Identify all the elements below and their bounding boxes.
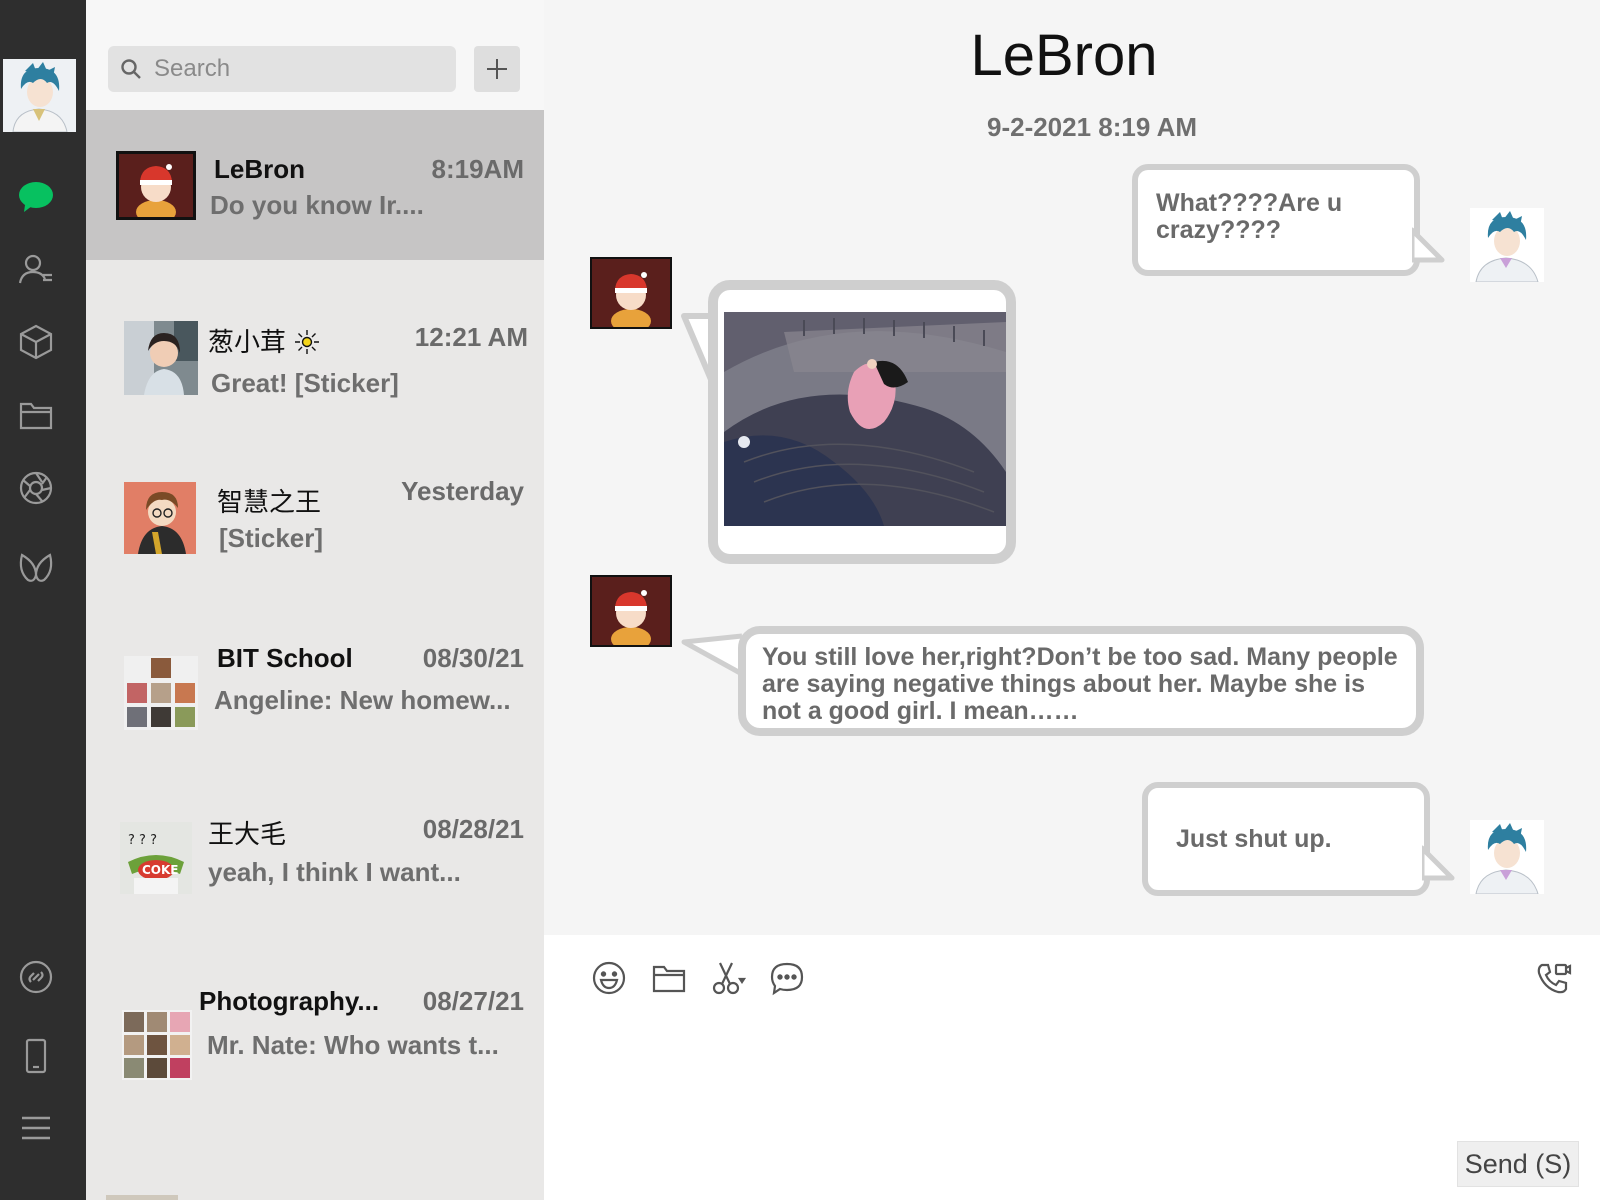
conversation-name: Photography... — [199, 986, 380, 1016]
message-image[interactable] — [724, 312, 1006, 526]
my-message-avatar — [1470, 208, 1544, 282]
conversation-time: 12:21 AM — [414, 322, 528, 352]
phone-icon[interactable] — [14, 1034, 58, 1078]
conversation-item[interactable]: 智慧之王 Yesterday [Sticker] — [86, 430, 544, 580]
conversation-item[interactable]: BIT School 08/30/21 Angeline: New homew.… — [86, 600, 544, 750]
conversation-name: 葱小茸 — [208, 322, 320, 359]
link-icon[interactable] — [14, 955, 58, 999]
plus-icon — [487, 59, 507, 79]
message-input[interactable] — [574, 1015, 1534, 1135]
message-text: Just shut up. — [1176, 825, 1332, 853]
conversation-item[interactable]: 葱小茸 12:21 AM Great! [Sticker] — [86, 270, 544, 420]
conversation-name: 智慧之王 — [217, 488, 322, 518]
send-button[interactable]: Send (S) — [1457, 1141, 1579, 1187]
peer-message-avatar — [590, 575, 672, 647]
chat-pane: LeBron 9-2-2021 8:19 AM What????Are u cr… — [544, 0, 1600, 935]
conversation-preview: Angeline: New homew... — [214, 685, 511, 715]
conversation-preview: yeah, I think I want... — [208, 857, 461, 887]
conversation-avatar — [122, 1010, 192, 1080]
search-icon — [121, 59, 141, 79]
conversation-name: BIT School — [217, 643, 353, 673]
bubble-tail — [1412, 227, 1445, 263]
chat-timestamp: 9-2-2021 8:19 AM — [986, 112, 1198, 142]
chat-icon[interactable] — [14, 174, 58, 218]
conversation-name: LeBron — [214, 154, 305, 184]
conversation-avatar-partial — [106, 1195, 178, 1200]
conversation-preview: Great! [Sticker] — [211, 368, 399, 398]
message-composer: Send (S) — [544, 935, 1600, 1200]
conversation-avatar — [124, 656, 198, 730]
message-text: What????Are u crazy???? — [1156, 189, 1343, 244]
conversation-name: 王大毛 — [208, 820, 287, 850]
my-avatar[interactable] — [3, 59, 76, 132]
list-header — [86, 0, 544, 110]
emoji-icon[interactable] — [588, 957, 630, 999]
peer-message-avatar — [590, 257, 672, 329]
nav-rail — [0, 0, 86, 1200]
conversation-avatar — [124, 482, 196, 554]
svg-text:? ? ?: ? ? ? — [128, 833, 157, 848]
mini-programs-icon[interactable] — [14, 545, 58, 589]
bubble-tail — [681, 633, 744, 677]
message-text: You still love her,right?Don’t be too sa… — [762, 643, 1398, 725]
call-icon[interactable] — [1532, 957, 1574, 999]
conversation-preview: Mr. Nate: Who wants t... — [207, 1030, 499, 1060]
moments-icon[interactable] — [14, 466, 58, 510]
conversation-preview: [Sticker] — [219, 523, 324, 553]
search-input[interactable] — [154, 55, 444, 83]
conversation-time: 08/27/21 — [422, 986, 524, 1016]
chat-title: LeBron — [970, 23, 1158, 88]
message-bubble-outgoing[interactable]: What????Are u crazy???? — [1132, 164, 1420, 276]
sun-flower-icon — [295, 330, 320, 354]
conversation-preview: Do you know Ir.... — [210, 190, 424, 220]
search-box[interactable] — [108, 46, 456, 92]
conversation-time: 08/28/21 — [422, 814, 524, 844]
favorites-icon[interactable] — [14, 320, 58, 364]
add-button[interactable] — [474, 46, 520, 92]
conversation-time: 8:19AM — [431, 154, 524, 184]
conversation-item[interactable]: ? ? ? COKE 王大毛 08/28/21 yeah, I think I w… — [86, 770, 544, 920]
message-bubble-outgoing[interactable]: Just shut up. — [1142, 782, 1430, 896]
scissors-icon[interactable] — [708, 957, 750, 999]
conversation-time: Yesterday — [401, 476, 524, 506]
bubble-tail — [1422, 845, 1455, 881]
folder-icon[interactable] — [648, 957, 690, 999]
menu-icon[interactable] — [14, 1106, 58, 1150]
message-bubble-incoming-image[interactable] — [708, 280, 1016, 564]
svg-text:COKE: COKE — [142, 863, 179, 877]
contacts-icon[interactable] — [14, 247, 58, 291]
conversation-item[interactable]: Photography... 08/27/21 Mr. Nate: Who wa… — [86, 940, 544, 1090]
conversation-list: LeBron 8:19AM Do you know Ir.... 葱小茸 12:… — [86, 0, 544, 1200]
message-bubble-incoming[interactable]: You still love her,right?Don’t be too sa… — [738, 626, 1424, 736]
files-icon[interactable] — [14, 393, 58, 437]
conversation-time: 08/30/21 — [422, 643, 524, 673]
chat-history-icon[interactable] — [766, 957, 808, 999]
conversation-avatar — [124, 321, 198, 395]
my-message-avatar — [1470, 820, 1544, 894]
conversation-avatar: ? ? ? COKE — [120, 822, 192, 894]
conversation-avatar — [116, 151, 196, 220]
conversation-item[interactable]: LeBron 8:19AM Do you know Ir.... — [86, 110, 544, 260]
